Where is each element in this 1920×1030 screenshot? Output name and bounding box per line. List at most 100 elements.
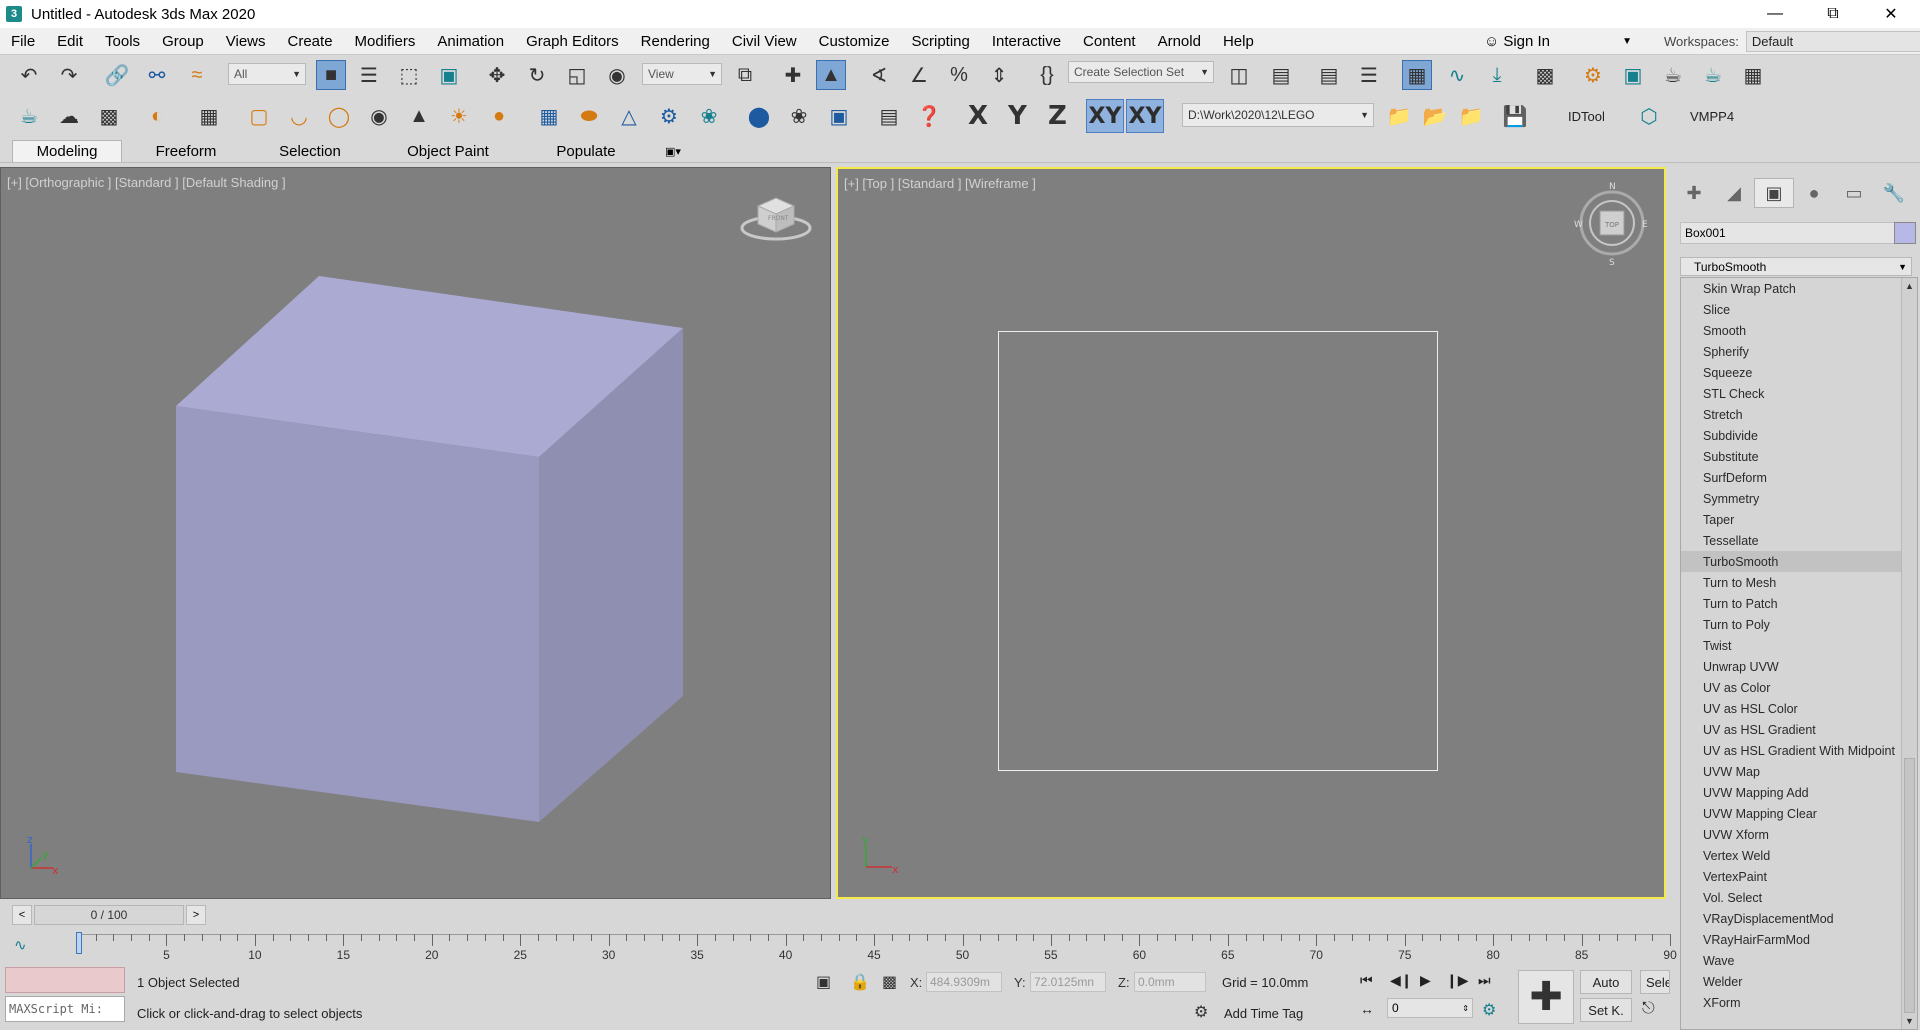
absolute-mode-icon[interactable]: ▩ xyxy=(882,972,897,992)
list-item[interactable]: VRayHairFarmMod xyxy=(1681,929,1917,950)
list-item[interactable]: SurfDeform xyxy=(1681,467,1917,488)
key-mode-toggle-icon[interactable]: ↔ xyxy=(1360,1001,1374,1017)
select-manipulate-icon[interactable]: ✚ xyxy=(778,60,808,90)
render-iterative-icon[interactable]: ☕ xyxy=(1698,60,1728,90)
auto-key-button[interactable]: Auto xyxy=(1580,970,1632,994)
key-filters-icon[interactable]: ⎋ xyxy=(1642,1000,1655,1018)
teapot-icon[interactable]: ☕ xyxy=(14,101,44,131)
scrollbar-thumb[interactable] xyxy=(1904,758,1915,1013)
list-item[interactable]: Smooth xyxy=(1681,320,1917,341)
vmpp-label[interactable]: VMPP4 xyxy=(1690,109,1734,124)
modify-tab-icon[interactable]: ◢ xyxy=(1714,178,1754,208)
x-coord-field[interactable]: 484.9309m xyxy=(926,972,1002,992)
rotate-icon[interactable]: ↻ xyxy=(522,60,552,90)
utilities-tab-icon[interactable]: 🔧 xyxy=(1874,178,1914,208)
angle-snap-icon[interactable]: ∠ xyxy=(904,60,934,90)
viewport-orthographic[interactable]: [+] [Orthographic ] [Standard ] [Default… xyxy=(0,167,831,899)
minimize-icon[interactable]: — xyxy=(1746,0,1804,28)
light-icon[interactable]: ◐ xyxy=(142,101,172,131)
viewport-top[interactable]: [+] [Top ] [Standard ] [Wireframe ] TOP … xyxy=(836,167,1666,899)
list-item[interactable]: XForm xyxy=(1681,992,1917,1013)
maxscript-listener-input[interactable]: MAXScript Mi: xyxy=(5,996,125,1022)
list-item[interactable]: UVW Mapping Clear xyxy=(1681,803,1917,824)
box-primitive-icon[interactable]: ▢ xyxy=(244,101,274,131)
list-item[interactable]: UVW Xform xyxy=(1681,824,1917,845)
undo-icon[interactable]: ↶ xyxy=(14,60,44,90)
batch-render-icon[interactable]: ▤ xyxy=(874,101,904,131)
toggle-ribbon-icon[interactable]: ▦ xyxy=(1402,60,1432,90)
help-icon[interactable]: ❓ xyxy=(914,101,944,131)
track-bar[interactable]: 5 10 15 20 25 30 35 40 45 50 55 60 65 70 75 80 85 90 xyxy=(78,934,1677,962)
previous-frame-icon[interactable]: ◀❙ xyxy=(1390,972,1413,989)
rect-selection-icon[interactable]: ⬚ xyxy=(394,60,424,90)
menu-rendering[interactable]: Rendering xyxy=(630,33,721,50)
box-wireframe[interactable] xyxy=(998,331,1438,771)
selection-filter-dropdown[interactable]: All ▼ xyxy=(228,63,306,85)
set-key-icon[interactable]: ✚ xyxy=(1518,970,1574,1024)
viewport-label[interactable]: [+] [Top ] [Standard ] [Wireframe ] xyxy=(844,176,1036,191)
link-icon[interactable]: 🔗 xyxy=(102,60,132,90)
list-item[interactable]: UV as HSL Gradient With Midpoint xyxy=(1681,740,1917,761)
scroll-up-icon[interactable]: ▲ xyxy=(1902,278,1917,294)
menu-arnold[interactable]: Arnold xyxy=(1147,33,1212,50)
tab-freeform[interactable]: Freeform xyxy=(140,140,232,162)
list-item[interactable]: Unwrap UVW xyxy=(1681,656,1917,677)
named-selection-set-dropdown[interactable]: Create Selection Set ▼ xyxy=(1068,61,1214,83)
list-item[interactable]: UV as HSL Gradient xyxy=(1681,719,1917,740)
project-folder-dropdown[interactable]: D:\Work\2020\12\LEGO ▼ xyxy=(1182,103,1374,127)
layer-explorer-icon[interactable]: ☰ xyxy=(1354,60,1384,90)
current-frame-marker[interactable] xyxy=(76,932,82,954)
list-item[interactable]: Squeeze xyxy=(1681,362,1917,383)
menu-customize[interactable]: Customize xyxy=(808,33,901,50)
list-item[interactable]: Slice xyxy=(1681,299,1917,320)
modifier-list-scrollbar[interactable]: ▲ ▼ xyxy=(1901,278,1917,1029)
list-item[interactable]: Taper xyxy=(1681,509,1917,530)
play-icon[interactable]: ▶ xyxy=(1420,972,1431,989)
redo-icon[interactable]: ↷ xyxy=(54,60,84,90)
list-item[interactable]: Vol. Select xyxy=(1681,887,1917,908)
list-item[interactable]: UVW Mapping Add xyxy=(1681,782,1917,803)
axis-xy-cycle-button[interactable]: XY xyxy=(1126,99,1164,133)
menu-file[interactable]: File xyxy=(0,33,46,50)
open-folder-icon[interactable]: 📂 xyxy=(1420,101,1450,131)
sphere-icon[interactable]: ● xyxy=(484,101,514,131)
motion-tab-icon[interactable]: ● xyxy=(1794,178,1834,208)
move-icon[interactable]: ✥ xyxy=(482,60,512,90)
list-item[interactable]: UV as HSL Color xyxy=(1681,698,1917,719)
list-item[interactable]: Turn to Mesh xyxy=(1681,572,1917,593)
place-icon[interactable]: ◉ xyxy=(602,60,632,90)
selected-key-filter-button[interactable]: Selec xyxy=(1640,970,1670,994)
render-grid-icon[interactable]: ▦ xyxy=(1738,60,1768,90)
menu-group[interactable]: Group xyxy=(151,33,215,50)
curve-editor-icon[interactable]: ∿ xyxy=(1442,60,1472,90)
current-frame-field[interactable]: 0 ⇕ xyxy=(1387,998,1473,1018)
list-item[interactable]: Spherify xyxy=(1681,341,1917,362)
list-item[interactable]: VRayDisplacementMod xyxy=(1681,908,1917,929)
align-icon[interactable]: ▤ xyxy=(1266,60,1296,90)
ribbon-options-icon[interactable]: ▣▾ xyxy=(656,140,690,162)
menu-civil-view[interactable]: Civil View xyxy=(721,33,808,50)
time-tag-icon[interactable]: ⚙ xyxy=(1194,1002,1208,1022)
menu-modifiers[interactable]: Modifiers xyxy=(344,33,427,50)
restore-icon[interactable]: ⧉ xyxy=(1804,0,1862,28)
spinner-icon[interactable]: ⇕ xyxy=(1462,1004,1469,1013)
isolate-selection-icon[interactable]: ▣ xyxy=(816,972,831,992)
pivot-center-icon[interactable]: ⧉ xyxy=(730,60,760,90)
multi-material-icon[interactable]: ❀ xyxy=(784,101,814,131)
mirror-icon[interactable]: ◫ xyxy=(1224,60,1254,90)
snaps-toggle-icon[interactable]: ∢ xyxy=(864,60,894,90)
list-item[interactable]: Turn to Poly xyxy=(1681,614,1917,635)
render-frame-icon[interactable]: ▩ xyxy=(94,101,124,131)
list-item[interactable]: Turn to Patch xyxy=(1681,593,1917,614)
axis-y-button[interactable]: Y xyxy=(1008,101,1027,131)
menu-interactive[interactable]: Interactive xyxy=(981,33,1072,50)
list-item[interactable]: Symmetry xyxy=(1681,488,1917,509)
list-item[interactable]: Skin Wrap Patch xyxy=(1681,278,1917,299)
list-item[interactable]: UVW Map xyxy=(1681,761,1917,782)
hierarchy-tab-icon[interactable]: ▣ xyxy=(1754,178,1794,208)
schematic-view-icon[interactable]: ⤓ xyxy=(1482,60,1512,90)
list-item[interactable]: Subdivide xyxy=(1681,425,1917,446)
edit-named-selection-icon[interactable]: {} xyxy=(1032,60,1062,90)
menu-help[interactable]: Help xyxy=(1212,33,1265,50)
tab-selection[interactable]: Selection xyxy=(262,140,358,162)
